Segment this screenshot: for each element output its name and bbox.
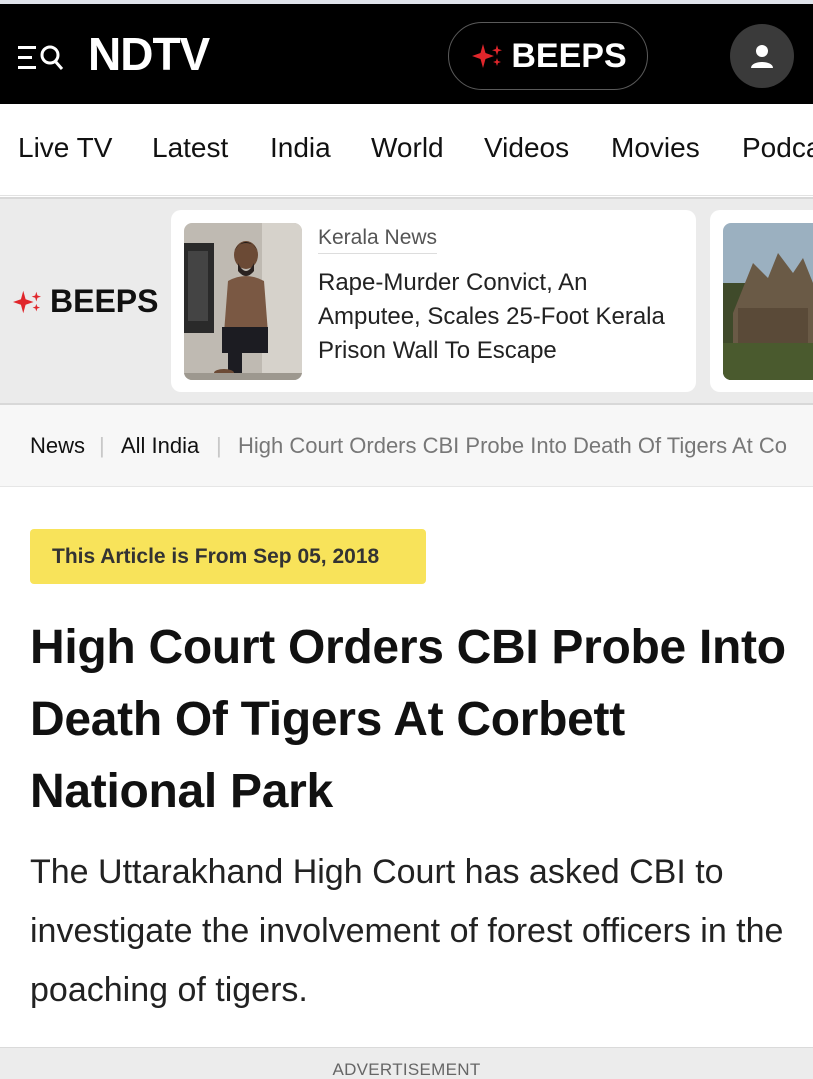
breadcrumb-all-india[interactable]: All India xyxy=(121,433,199,459)
site-header: NDTV BEEPS xyxy=(0,0,813,104)
article-headline: High Court Orders CBI Probe Into Death O… xyxy=(30,621,786,818)
breadcrumb: News | All India | High Court Orders CBI… xyxy=(0,405,813,487)
sparkle-icon xyxy=(472,44,503,68)
sparkle-icon xyxy=(13,290,41,313)
nav-item-india[interactable]: India xyxy=(270,132,331,164)
nav-item-latest[interactable]: Latest xyxy=(152,132,228,164)
advertisement-slot: ADVERTISEMENT xyxy=(0,1047,813,1079)
ndtv-logo[interactable]: NDTV xyxy=(88,28,210,80)
main-nav: Live TV Latest India World Videos Movies… xyxy=(0,104,813,196)
beeps-label: BEEPS xyxy=(511,36,627,75)
beeps-strip: BEEPS Kerala News Rape-Murder Convict, A… xyxy=(0,197,813,405)
nav-item-videos[interactable]: Videos xyxy=(484,132,569,164)
beeps-button[interactable]: BEEPS xyxy=(448,22,648,90)
user-icon xyxy=(751,45,773,68)
story-thumbnail xyxy=(723,223,813,380)
story-thumbnail xyxy=(184,223,302,380)
story-title[interactable]: Rape-Murder Convict, An Amputee, Scales … xyxy=(318,266,678,368)
beeps-story-card[interactable]: Kerala News Rape-Murder Convict, An Ampu… xyxy=(171,210,696,392)
beeps-strip-logo[interactable]: BEEPS xyxy=(10,283,158,320)
nav-item-world[interactable]: World xyxy=(371,132,444,164)
breadcrumb-separator: | xyxy=(216,433,222,458)
article-date-badge: This Article is From Sep 05, 2018 xyxy=(30,529,426,584)
user-account-button[interactable] xyxy=(730,24,794,88)
article-summary: The Uttarakhand High Court has asked CBI… xyxy=(30,853,784,1009)
nav-item-live-tv[interactable]: Live TV xyxy=(18,132,112,164)
beeps-story-card-next[interactable] xyxy=(710,210,813,392)
breadcrumb-current: High Court Orders CBI Probe Into Death O… xyxy=(238,433,788,458)
story-category[interactable]: Kerala News xyxy=(318,226,438,254)
advertisement-label: ADVERTISEMENT xyxy=(332,1060,481,1079)
breadcrumb-separator: | xyxy=(99,433,105,458)
beeps-strip-label: BEEPS xyxy=(50,283,159,319)
logo-text: NDTV xyxy=(88,28,210,80)
nav-item-podcasts[interactable]: Podca xyxy=(742,132,813,164)
menu-search-icon[interactable] xyxy=(18,44,66,72)
breadcrumb-news[interactable]: News xyxy=(30,433,85,459)
nav-item-movies[interactable]: Movies xyxy=(611,132,700,164)
